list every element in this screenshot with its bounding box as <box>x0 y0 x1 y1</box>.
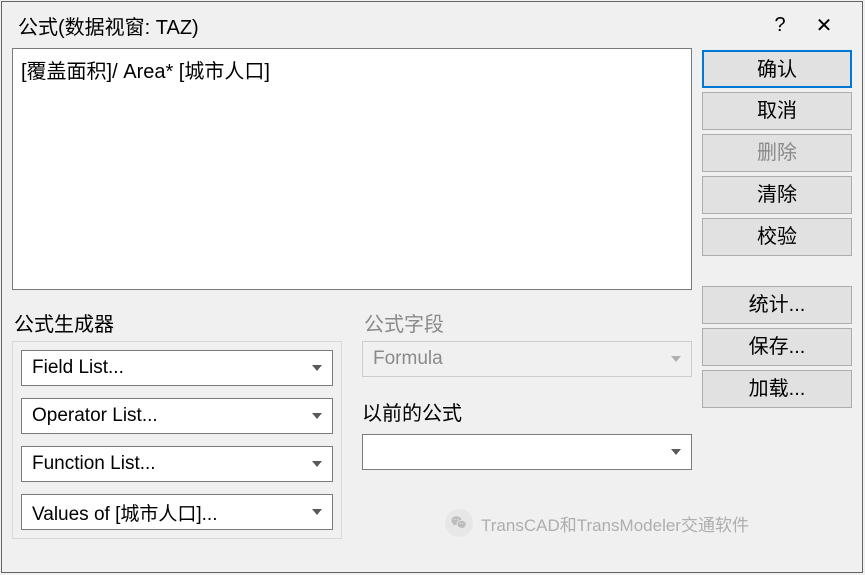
operator-list-combo[interactable]: Operator List... <box>21 398 333 434</box>
field-list-text: Field List... <box>32 357 124 379</box>
function-list-text: Function List... <box>32 453 156 475</box>
window-title: 公式(数据视窗: TAZ) <box>18 11 758 40</box>
clear-button[interactable]: 清除 <box>702 176 852 214</box>
ok-button[interactable]: 确认 <box>702 50 852 88</box>
operator-list-text: Operator List... <box>32 405 158 427</box>
builder-label: 公式生成器 <box>12 308 342 337</box>
load-button[interactable]: 加载... <box>702 370 852 408</box>
previous-formula-combo[interactable] <box>362 434 692 470</box>
previous-label: 以前的公式 <box>362 397 692 426</box>
values-of-text: Values of [城市人口]... <box>32 499 217 526</box>
save-button[interactable]: 保存... <box>702 328 852 366</box>
fields-label: 公式字段 <box>362 308 692 337</box>
chevron-down-icon <box>671 449 681 455</box>
close-button[interactable]: ✕ <box>802 13 846 38</box>
titlebar: 公式(数据视窗: TAZ) ? ✕ <box>2 2 862 48</box>
right-button-column: 确认 取消 删除 清除 校验 统计... 保存... 加载... <box>702 48 852 562</box>
formula-textarea[interactable] <box>12 48 692 290</box>
content-area: 公式生成器 Field List... Operator List... Fun… <box>2 48 862 572</box>
chevron-down-icon <box>671 356 681 362</box>
chevron-down-icon <box>312 413 322 419</box>
dialog-window: 公式(数据视窗: TAZ) ? ✕ 公式生成器 Field List... Op… <box>1 1 863 573</box>
chevron-down-icon <box>312 365 322 371</box>
formula-field-text: Formula <box>373 348 443 370</box>
help-button[interactable]: ? <box>758 14 802 37</box>
left-column: 公式生成器 Field List... Operator List... Fun… <box>12 48 692 562</box>
stats-button[interactable]: 统计... <box>702 286 852 324</box>
builder-panel: 公式生成器 Field List... Operator List... Fun… <box>12 308 342 539</box>
chevron-down-icon <box>312 509 322 515</box>
delete-button: 删除 <box>702 134 852 172</box>
verify-button[interactable]: 校验 <box>702 218 852 256</box>
cancel-button[interactable]: 取消 <box>702 92 852 130</box>
lower-panels: 公式生成器 Field List... Operator List... Fun… <box>12 308 692 539</box>
fields-panel: 公式字段 Formula 以前的公式 <box>362 308 692 539</box>
values-of-combo[interactable]: Values of [城市人口]... <box>21 494 333 530</box>
builder-group: Field List... Operator List... Function … <box>12 341 342 539</box>
spacer <box>702 260 852 282</box>
field-list-combo[interactable]: Field List... <box>21 350 333 386</box>
chevron-down-icon <box>312 461 322 467</box>
formula-field-combo: Formula <box>362 341 692 377</box>
function-list-combo[interactable]: Function List... <box>21 446 333 482</box>
